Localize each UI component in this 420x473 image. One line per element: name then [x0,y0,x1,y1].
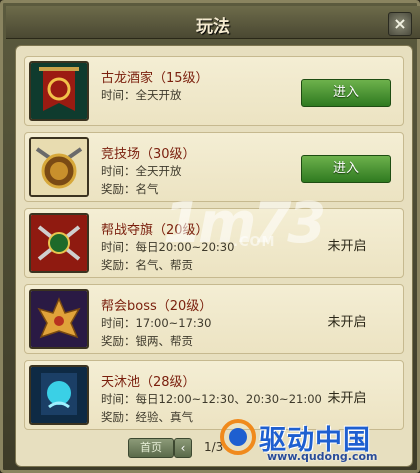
enter-button-tavern[interactable]: 进入 [301,79,391,107]
enter-button-arena[interactable]: 进入 [301,155,391,183]
activity-time: 时间：全天开放 [101,88,182,102]
status-label: 未开启 [327,315,367,330]
qudong-logo-icon [220,419,256,455]
title-bar: 玩法 × [6,6,420,39]
activity-time: 时间：每日12:00~12:30、20:30~21:00 [101,392,322,406]
activity-name: 天沐池（28级） [101,375,196,390]
list-item-guild-boss: 帮会boss（20级） 时间：17:00~17:30 奖励：银两、帮贡 未开启 [24,284,404,354]
arena-shield-icon [29,137,89,197]
window-title: 玩法 [196,17,230,37]
watermark-qudong: 驱动中国 www.qudong.com [219,418,413,466]
status-label: 未开启 [327,239,367,254]
watermark-1m73: 1m73 .COM [163,191,326,261]
activity-name: 帮会boss（20级） [101,299,213,314]
activity-name: 古龙酒家（15级） [101,71,209,86]
first-page-button[interactable]: 首页 [128,438,174,458]
watermark-1m73-domain: .COM [233,235,276,250]
spring-pool-icon [29,365,89,425]
activity-reward: 奖励：银两、帮贡 [101,334,193,348]
activity-time: 时间：17:00~17:30 [101,316,212,330]
list-item-tavern: 古龙酒家（15级） 时间：全天开放 进入 [24,56,404,126]
watermark-url: www.qudong.com [267,450,378,463]
activity-name: 竞技场（30级） [101,147,196,162]
prev-page-button[interactable]: ‹ [174,438,192,458]
close-button[interactable]: × [388,12,412,36]
activity-reward: 奖励：经验、真气 [101,410,193,424]
tavern-banner-icon [29,61,89,121]
activity-time: 时间：全天开放 [101,164,182,178]
status-label: 未开启 [327,391,367,406]
guild-boss-icon [29,289,89,349]
activity-window: 玩法 × 古龙酒家（15级） 时间：全天开放 进入 竞技场（30级） 时间：全天… [0,0,420,473]
guild-flag-icon [29,213,89,273]
activity-reward: 奖励：名气 [101,182,159,196]
